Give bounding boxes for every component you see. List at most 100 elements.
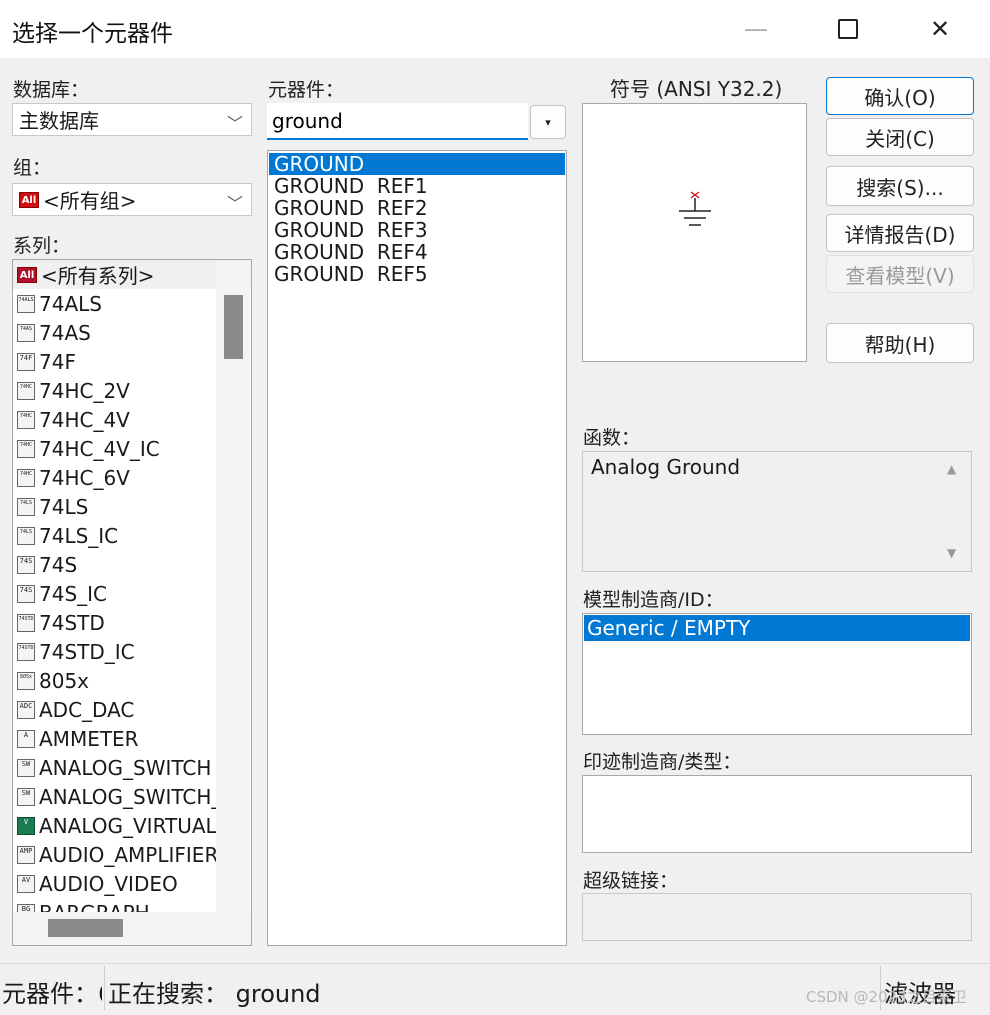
function-scrollbar[interactable]: ▲ ▼ [937,452,971,571]
series-chip-icon: 805x [17,671,35,690]
group-label: 组： [13,157,52,179]
status-divider [104,966,105,1010]
ok-button[interactable]: 确认(O) [826,77,974,115]
chevron-down-icon: ﹀ [226,194,243,213]
filter-icon: ▾ [545,115,551,129]
component-item[interactable]: GROUND REF3 [269,219,565,241]
chevron-down-icon: ﹀ [226,114,243,133]
series-chip-icon: ADC [17,700,35,719]
series-item-label: AUDIO_AMPLIFIER [39,842,219,867]
series-label: 系列： [13,235,71,257]
maximize-button[interactable] [802,0,894,58]
scroll-down-icon[interactable]: ▼ [947,546,956,560]
series-chip-icon: AMP [17,845,35,864]
series-chip-icon: A [17,729,35,748]
series-item-label: 74ALS [39,291,102,316]
view-model-button[interactable]: 查看模型(V) [826,255,974,293]
help-button[interactable]: 帮助(H) [826,323,974,363]
series-item-label: 74LS_IC [39,523,119,548]
component-item[interactable]: GROUND REF2 [269,197,565,219]
footprint-label: 印迹制造商/类型： [583,751,742,773]
series-item-label: AMMETER [39,726,139,751]
all-icon: All [17,266,37,283]
all-icon: All [19,191,39,208]
series-item-label: ANALOG_SWITCH_ [39,784,222,809]
series-chip-icon: 74F [17,352,35,371]
component-count: 元器件：6 [2,980,102,1008]
series-chip-icon: 74HC [17,439,35,458]
filter-dropdown-button[interactable]: ▾ [530,105,566,139]
series-chip-icon: SW [17,787,35,806]
component-item[interactable]: GROUND REF5 [269,263,565,285]
series-chip-icon: 74S [17,555,35,574]
series-chip-icon: 74STD [17,613,35,632]
database-label: 数据库： [13,79,90,101]
group-selected-value: <所有组> [43,189,137,213]
component-search-input[interactable] [267,103,528,140]
searching-status: 正在搜索： ground [108,980,321,1008]
scroll-up-icon[interactable]: ▲ [947,462,956,476]
series-chip-icon: 74STD [17,642,35,661]
component-item[interactable]: GROUND REF4 [269,241,565,263]
maximize-icon [838,19,858,39]
close-window-button[interactable]: ✕ [894,0,986,58]
series-item-label: AUDIO_VIDEO [39,871,178,896]
series-hscroll-thumb[interactable] [48,919,123,937]
group-select[interactable]: All <所有组> ﹀ [12,183,252,216]
series-chip-icon: 74HC [17,410,35,429]
series-item-label: 74AS [39,320,91,345]
series-item-label: 74LS [39,494,89,519]
series-item-label: <所有系列> [41,264,155,288]
series-chip-icon: AV [17,874,35,893]
model-mfr-list[interactable]: Generic / EMPTY [582,613,972,735]
series-chip-icon: 74HC [17,468,35,487]
series-item-label: 805x [39,668,90,693]
close-icon: ✕ [929,15,951,43]
list-item[interactable]: Generic / EMPTY [584,615,970,641]
function-value: Analog Ground [591,455,741,479]
series-chip-icon: 74HC [17,381,35,400]
function-box: Analog Ground [582,451,972,572]
series-item-label: 74S [39,552,78,577]
series-chip-icon: SW [17,758,35,777]
series-chip-icon: 74AS [17,323,35,342]
window-title: 选择一个元器件 [12,21,173,47]
series-item-label: 74HC_4V_IC [39,436,160,461]
footprint-list[interactable] [582,775,972,853]
series-item-label: 74HC_6V [39,465,130,490]
series-chip-icon: 74LS [17,526,35,545]
series-chip-icon: 74ALS [17,294,35,313]
watermark: CSDN @2023之目索卫 [806,988,967,1006]
hyperlink-field[interactable] [582,893,972,941]
series-chip-icon: 74LS [17,497,35,516]
search-button[interactable]: 搜索(S)... [826,166,974,206]
detail-report-button[interactable]: 详情报告(D) [826,214,974,252]
series-chip-icon: 74S [17,584,35,603]
component-label: 元器件： [268,79,345,101]
symbol-preview [582,103,807,362]
component-item[interactable]: GROUND [269,153,565,175]
series-item-label: 74STD_IC [39,639,135,664]
series-chip-icon: V [17,816,35,835]
series-item-label: ANALOG_SWITCH [39,755,212,780]
series-item-label: 74S_IC [39,581,108,606]
series-item-label: ADC_DAC [39,697,135,722]
component-item[interactable]: GROUND REF1 [269,175,565,197]
minimize-button[interactable]: — [710,0,802,58]
close-button[interactable]: 关闭(C) [826,118,974,156]
series-item-label: 74F [39,349,76,374]
database-selected-value: 主数据库 [19,109,99,133]
function-label: 函数： [583,427,641,449]
hyperlink-label: 超级链接： [583,870,679,892]
model-mfr-label: 模型制造商/ID： [583,589,724,611]
symbol-label: 符号 (ANSI Y32.2) [610,77,783,101]
database-select[interactable]: 主数据库 ﹀ [12,103,252,136]
component-list[interactable]: GROUND GROUND REF1 GROUND REF2 GROUND REF3 G… [267,150,567,946]
minimize-icon: — [744,15,768,43]
series-item-label: 74HC_4V [39,407,130,432]
ground-symbol-icon [679,191,711,226]
series-item-label: ANALOG_VIRTUAL [39,813,217,838]
series-item-label: 74HC_2V [39,378,130,403]
series-item-label: 74STD [39,610,105,635]
series-scroll-thumb[interactable] [224,295,243,359]
